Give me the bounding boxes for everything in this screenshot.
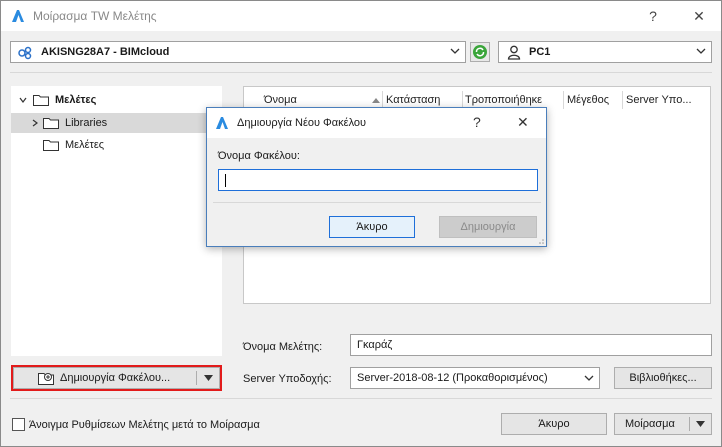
project-name-value: Γκαράζ (357, 339, 393, 351)
window-title: Μοίρασμα TW Μελέτης (33, 9, 157, 23)
text-cursor (225, 174, 226, 187)
close-button[interactable]: ✕ (689, 6, 709, 26)
tree-item-label: Μελέτες (65, 139, 105, 151)
folder-icon (43, 118, 59, 129)
user-icon (507, 45, 521, 60)
host-server-value: Server-2018-08-12 (Προκαθορισμένος) (357, 372, 548, 384)
separator (10, 72, 712, 73)
chevron-down-icon (696, 48, 706, 54)
project-name-label: Όνομα Μελέτης: (243, 341, 323, 353)
bimcloud-icon (18, 46, 32, 60)
chevron-down-icon (584, 375, 594, 381)
split-separator (689, 417, 690, 431)
column-header-modified[interactable]: Τροποποιήθηκε (465, 94, 542, 108)
folder-icon (33, 95, 49, 106)
host-server-select[interactable]: Server-2018-08-12 (Προκαθορισμένος) (350, 367, 600, 389)
sort-up-icon (372, 98, 380, 103)
chevron-down-icon (450, 48, 460, 54)
folder-name-input[interactable] (218, 169, 538, 191)
cancel-button[interactable]: Άκυρο (501, 413, 607, 435)
folder-icon (43, 140, 59, 151)
dialog-title: Δημιουργία Νέου Φακέλου (237, 117, 367, 129)
refresh-icon (473, 45, 487, 59)
libraries-button[interactable]: Βιβλιοθήκες... (614, 367, 712, 389)
share-button[interactable]: Μοίρασμα (614, 413, 712, 435)
dialog-cancel-button[interactable]: Άκυρο (329, 216, 415, 238)
open-settings-checkbox[interactable] (12, 418, 25, 431)
client-select[interactable]: PC1 (498, 41, 712, 63)
column-header-server[interactable]: Server Υπο... (626, 94, 692, 108)
dropdown-arrow-icon[interactable] (696, 421, 705, 427)
open-settings-label: Άνοιγμα Ρυθμίσεων Μελέτης μετά το Μοίρασ… (29, 419, 260, 431)
help-button[interactable]: ? (643, 6, 663, 26)
host-server-label: Server Υποδοχής: (243, 373, 332, 385)
resize-grip-icon[interactable] (536, 236, 544, 244)
dialog-title-bar: Δημιουργία Νέου Φακέλου ? ✕ (207, 108, 546, 138)
server-select-value: AKISNG28A7 - BIMcloud (41, 46, 170, 58)
separator (10, 398, 712, 399)
project-name-input[interactable]: Γκαράζ (350, 334, 712, 356)
tree-item-libraries[interactable]: Libraries (11, 113, 222, 133)
folder-tree[interactable]: Μελέτες Libraries Μελέτες (11, 86, 222, 356)
dialog-help-button[interactable]: ? (473, 114, 481, 130)
client-select-value: PC1 (529, 46, 551, 58)
column-header-status[interactable]: Κατάσταση (386, 94, 440, 108)
column-divider (563, 91, 564, 109)
column-header-size[interactable]: Μέγεθος (567, 94, 609, 108)
server-select[interactable]: AKISNG28A7 - BIMcloud (10, 41, 466, 63)
folder-name-label: Όνομα Φακέλου: (218, 150, 300, 162)
archicad-logo-icon (216, 117, 228, 129)
share-tw-project-window: Μοίρασμα TW Μελέτης ? ✕ AKISNG28A7 - BIM… (0, 0, 722, 447)
dialog-close-button[interactable]: ✕ (517, 114, 529, 131)
tree-item-label: Libraries (65, 117, 108, 129)
column-header-name[interactable]: Όνομα (264, 94, 297, 108)
tree-item-label: Μελέτες (55, 94, 97, 106)
new-folder-dialog: Δημιουργία Νέου Φακέλου ? ✕ Όνομα Φακέλο… (206, 107, 547, 247)
dialog-separator (213, 202, 541, 203)
chevron-right-icon (32, 119, 38, 127)
column-divider (622, 91, 623, 109)
title-bar: Μοίρασμα TW Μελέτης ? ✕ (1, 1, 721, 31)
share-button-label: Μοίρασμα (625, 418, 675, 430)
refresh-button[interactable] (470, 42, 490, 62)
dialog-create-button[interactable]: Δημιουργία (439, 216, 537, 238)
highlight-frame (11, 365, 222, 391)
chevron-down-icon (19, 97, 27, 103)
tree-item-projects[interactable]: Μελέτες (11, 135, 222, 155)
tree-item-root[interactable]: Μελέτες (11, 90, 222, 110)
archicad-logo-icon (12, 10, 24, 22)
